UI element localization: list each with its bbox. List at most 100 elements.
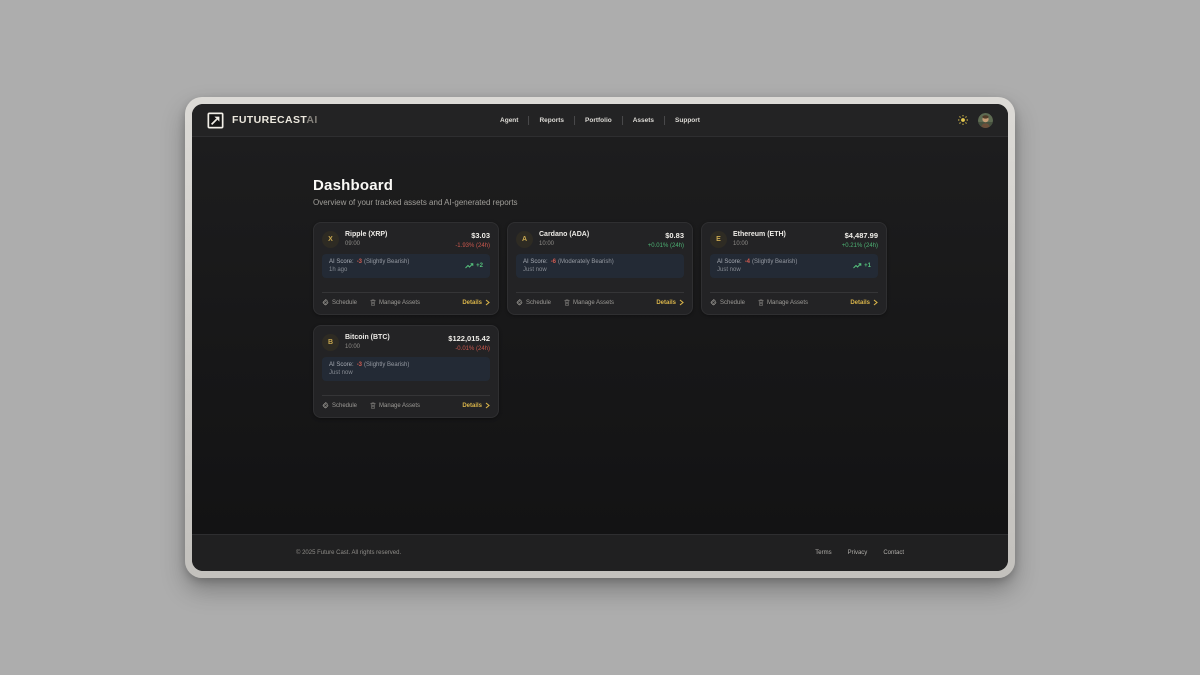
card-divider — [516, 292, 684, 293]
brand: FUTURECASTAI — [207, 112, 318, 129]
gear-icon — [322, 402, 329, 409]
ai-score-label: AI Score: — [329, 362, 354, 368]
asset-time: 10:00 — [345, 344, 390, 350]
ai-score-value: -4 — [745, 259, 750, 265]
asset-icon: B — [322, 334, 339, 351]
ai-trend-value: +2 — [476, 263, 483, 269]
chevron-right-icon — [679, 299, 684, 306]
asset-icon: X — [322, 231, 339, 248]
asset-change: +0.01% (24h) — [648, 243, 684, 249]
card-divider — [322, 292, 490, 293]
asset-card-ethereum: E Ethereum (ETH) 10:00 $4,487.99 +0.21% … — [701, 222, 887, 315]
ai-score-box: AI Score:-3(Slightly Bearish) Just now — [322, 357, 490, 382]
ai-score-label: AI Score: — [523, 259, 548, 265]
asset-price: $3.03 — [455, 231, 490, 240]
main-content: Dashboard Overview of your tracked asset… — [192, 137, 1008, 534]
app-window: FUTURECASTAI Agent Reports Portfolio Ass… — [185, 97, 1015, 578]
app-footer: © 2025 Future Cast. All rights reserved.… — [192, 534, 1008, 571]
asset-price: $0.83 — [648, 231, 684, 240]
asset-change: +0.21% (24h) — [842, 243, 878, 249]
app-header: FUTURECASTAI Agent Reports Portfolio Ass… — [192, 104, 1008, 137]
chevron-right-icon — [873, 299, 878, 306]
asset-name: Ripple (XRP) — [345, 231, 387, 238]
trending-up-icon — [465, 263, 474, 269]
ai-trend: +1 — [853, 263, 871, 269]
ai-score-label: AI Score: — [717, 259, 742, 265]
asset-name: Bitcoin (BTC) — [345, 334, 390, 341]
gear-icon — [322, 299, 329, 306]
ai-updated: Just now — [523, 267, 614, 273]
nav-item-portfolio[interactable]: Portfolio — [575, 117, 622, 124]
theme-toggle-button[interactable] — [958, 115, 968, 125]
footer-link-terms[interactable]: Terms — [815, 550, 831, 556]
ai-sentiment: (Slightly Bearish) — [752, 259, 797, 265]
footer-link-privacy[interactable]: Privacy — [848, 550, 868, 556]
asset-icon: E — [710, 231, 727, 248]
footer-links: Terms Privacy Contact — [815, 550, 904, 556]
header-actions — [958, 113, 993, 128]
brand-suffix: AI — [306, 114, 317, 126]
chevron-right-icon — [485, 402, 490, 409]
ai-score-box: AI Score:-3(Slightly Bearish) 1h ago +2 — [322, 254, 490, 279]
details-button[interactable]: Details — [462, 299, 490, 306]
ai-trend: +2 — [465, 263, 483, 269]
ai-score-box: AI Score:-4(Slightly Bearish) Just now +… — [710, 254, 878, 279]
card-divider — [710, 292, 878, 293]
arrow-up-right-box-icon — [207, 112, 224, 129]
asset-change: -1.93% (24h) — [455, 243, 490, 249]
chevron-right-icon — [485, 299, 490, 306]
asset-price: $4,487.99 — [842, 231, 878, 240]
details-button[interactable]: Details — [656, 299, 684, 306]
details-button[interactable]: Details — [462, 402, 490, 409]
schedule-button[interactable]: Schedule — [516, 299, 551, 306]
asset-time: 10:00 — [539, 241, 589, 247]
main-nav: Agent Reports Portfolio Assets Support — [490, 116, 710, 125]
asset-card-bitcoin: B Bitcoin (BTC) 10:00 $122,015.42 -0.01%… — [313, 325, 499, 418]
ai-sentiment: (Slightly Bearish) — [364, 362, 409, 368]
ai-trend-value: +1 — [864, 263, 871, 269]
footer-link-contact[interactable]: Contact — [883, 550, 904, 556]
card-divider — [322, 395, 490, 396]
details-button[interactable]: Details — [850, 299, 878, 306]
gear-icon — [710, 299, 717, 306]
asset-card-ripple: X Ripple (XRP) 09:00 $3.03 -1.93% (24h) — [313, 222, 499, 315]
ai-score-value: -6 — [551, 259, 556, 265]
user-avatar[interactable] — [978, 113, 993, 128]
asset-name: Ethereum (ETH) — [733, 231, 786, 238]
page-subtitle: Overview of your tracked assets and AI-g… — [313, 198, 887, 207]
schedule-button[interactable]: Schedule — [322, 402, 357, 409]
app-screen: FUTURECASTAI Agent Reports Portfolio Ass… — [192, 104, 1008, 571]
brand-name: FUTURECASTAI — [232, 114, 318, 126]
nav-item-support[interactable]: Support — [665, 117, 710, 124]
asset-icon: A — [516, 231, 533, 248]
trash-icon — [370, 299, 376, 306]
ai-updated: Just now — [329, 370, 409, 376]
asset-time: 10:00 — [733, 241, 786, 247]
trending-up-icon — [853, 263, 862, 269]
asset-time: 09:00 — [345, 241, 387, 247]
gear-icon — [516, 299, 523, 306]
nav-item-reports[interactable]: Reports — [529, 117, 574, 124]
nav-item-agent[interactable]: Agent — [490, 117, 528, 124]
page-title: Dashboard — [313, 177, 887, 194]
manage-assets-button[interactable]: Manage Assets — [758, 299, 808, 306]
ai-updated: 1h ago — [329, 267, 409, 273]
asset-price: $122,015.42 — [448, 334, 490, 343]
ai-updated: Just now — [717, 267, 797, 273]
ai-sentiment: (Slightly Bearish) — [364, 259, 409, 265]
manage-assets-button[interactable]: Manage Assets — [564, 299, 614, 306]
schedule-button[interactable]: Schedule — [322, 299, 357, 306]
manage-assets-button[interactable]: Manage Assets — [370, 402, 420, 409]
ai-sentiment: (Moderately Bearish) — [558, 259, 614, 265]
ai-score-label: AI Score: — [329, 259, 354, 265]
manage-assets-button[interactable]: Manage Assets — [370, 299, 420, 306]
ai-score-value: -3 — [357, 259, 362, 265]
copyright-text: © 2025 Future Cast. All rights reserved. — [296, 550, 401, 556]
trash-icon — [370, 402, 376, 409]
asset-card-cardano: A Cardano (ADA) 10:00 $0.83 +0.01% (24h) — [507, 222, 693, 315]
ai-score-value: -3 — [357, 362, 362, 368]
schedule-button[interactable]: Schedule — [710, 299, 745, 306]
asset-change: -0.01% (24h) — [448, 346, 490, 352]
asset-card-grid: X Ripple (XRP) 09:00 $3.03 -1.93% (24h) — [313, 222, 887, 418]
nav-item-assets[interactable]: Assets — [623, 117, 664, 124]
